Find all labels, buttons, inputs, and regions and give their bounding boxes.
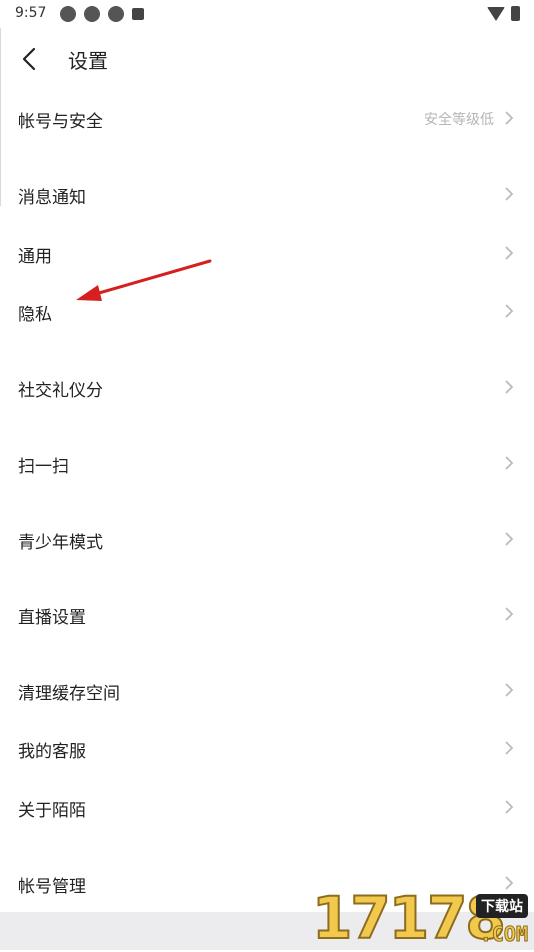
chevron-left-icon — [22, 47, 36, 71]
row-label: 消息通知 — [18, 188, 86, 208]
row-customer-service[interactable]: 我的客服 — [0, 728, 534, 768]
row-general[interactable]: 通用 — [0, 233, 534, 273]
row-privacy[interactable]: 隐私 — [0, 291, 534, 331]
row-label: 我的客服 — [18, 742, 86, 762]
app-notification-icon — [60, 6, 76, 22]
chevron-right-icon — [505, 456, 514, 470]
chevron-right-icon — [505, 683, 514, 697]
row-label: 通用 — [18, 247, 52, 267]
chevron-right-icon — [505, 741, 514, 755]
status-bar: 9:57 — [0, 0, 534, 28]
chevron-right-icon — [505, 532, 514, 546]
a-notification-icon — [132, 8, 144, 20]
row-label: 帐号与安全 — [18, 112, 103, 132]
page-title: 设置 — [68, 49, 108, 73]
watermark-badge: 下载站 — [476, 894, 528, 918]
chevron-right-icon — [505, 800, 514, 814]
row-label: 扫一扫 — [18, 457, 69, 477]
wifi-icon — [487, 6, 505, 21]
row-account-security[interactable]: 帐号与安全 安全等级低 — [0, 98, 534, 138]
header: 设置 — [0, 32, 534, 84]
app-notification-icon — [84, 6, 100, 22]
row-label: 青少年模式 — [18, 533, 103, 553]
row-scan[interactable]: 扫一扫 — [0, 443, 534, 483]
row-live-settings[interactable]: 直播设置 — [0, 594, 534, 634]
system-status-icons — [487, 6, 520, 21]
row-label: 社交礼仪分 — [18, 381, 103, 401]
watermark-logo: 17178 下载站 .COM — [308, 884, 534, 952]
chevron-right-icon — [505, 246, 514, 260]
row-label: 清理缓存空间 — [18, 684, 120, 704]
row-clear-cache[interactable]: 清理缓存空间 — [0, 670, 534, 710]
notification-icons — [60, 6, 144, 22]
row-label: 隐私 — [18, 305, 52, 325]
back-button[interactable] — [14, 44, 44, 74]
app-notification-icon — [108, 6, 124, 22]
battery-icon — [511, 6, 520, 21]
security-level-text: 安全等级低 — [424, 112, 494, 128]
chevron-right-icon — [505, 187, 514, 201]
row-label: 关于陌陌 — [18, 801, 86, 821]
row-notifications[interactable]: 消息通知 — [0, 174, 534, 214]
chevron-right-icon — [505, 111, 514, 125]
watermark-suffix: .COM — [479, 922, 528, 947]
row-teen-mode[interactable]: 青少年模式 — [0, 519, 534, 559]
row-label: 帐号管理 — [18, 877, 86, 897]
status-time: 9:57 — [15, 5, 47, 21]
chevron-right-icon — [505, 380, 514, 394]
watermark-number: 17178 — [311, 884, 507, 952]
row-about[interactable]: 关于陌陌 — [0, 787, 534, 827]
row-label: 直播设置 — [18, 608, 86, 628]
row-social-etiquette[interactable]: 社交礼仪分 — [0, 367, 534, 407]
chevron-right-icon — [505, 607, 514, 621]
chevron-right-icon — [505, 304, 514, 318]
